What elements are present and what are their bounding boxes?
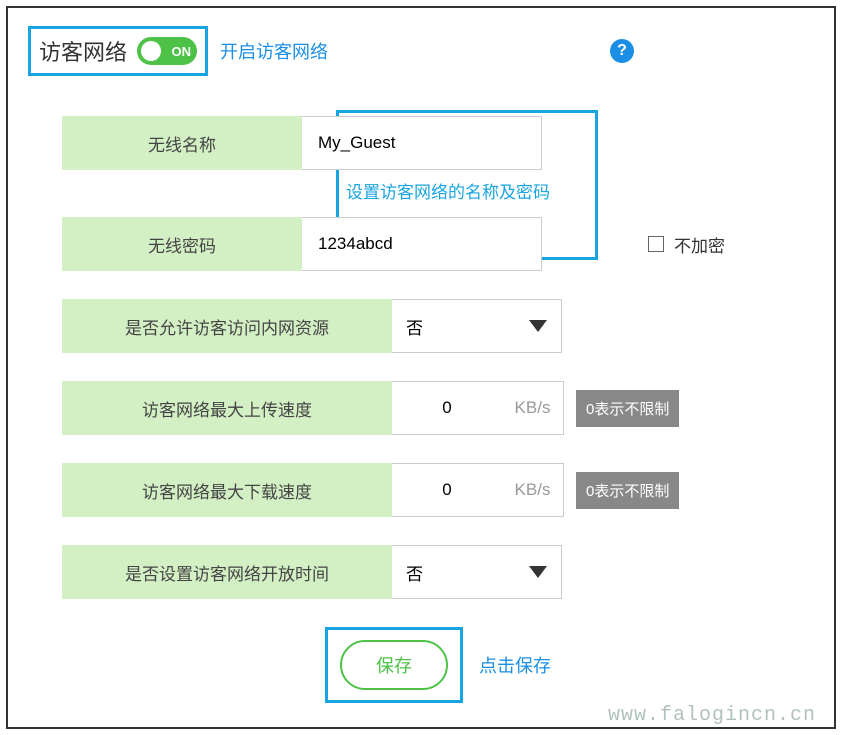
schedule-select[interactable]: 否 xyxy=(392,545,562,599)
toggle-hint: 开启访客网络 xyxy=(220,38,328,64)
ssid-input[interactable] xyxy=(302,116,542,170)
allow-intranet-select[interactable]: 否 xyxy=(392,299,562,353)
max-download-input[interactable] xyxy=(392,463,502,517)
chevron-down-icon xyxy=(529,566,547,578)
max-upload-input[interactable] xyxy=(392,381,502,435)
save-highlight: 保存 xyxy=(325,627,463,703)
guest-network-toggle[interactable]: ON xyxy=(137,37,197,65)
allow-intranet-label: 是否允许访客访问内网资源 xyxy=(62,299,392,353)
max-download-unit: KB/s xyxy=(502,463,564,517)
page-title: 访客网络 xyxy=(39,35,127,67)
no-encrypt-label: 不加密 xyxy=(674,232,725,257)
save-button[interactable]: 保存 xyxy=(340,640,448,690)
max-upload-label: 访客网络最大上传速度 xyxy=(62,381,392,435)
schedule-label: 是否设置访客网络开放时间 xyxy=(62,545,392,599)
help-icon[interactable]: ? xyxy=(610,39,634,63)
save-hint: 点击保存 xyxy=(479,652,551,678)
max-download-hint: 0表示不限制 xyxy=(576,472,679,509)
title-toggle-highlight: 访客网络 ON xyxy=(28,26,208,76)
password-input[interactable] xyxy=(302,217,542,271)
password-label: 无线密码 xyxy=(62,217,302,271)
max-upload-unit: KB/s xyxy=(502,381,564,435)
chevron-down-icon xyxy=(529,320,547,332)
max-download-label: 访客网络最大下载速度 xyxy=(62,463,392,517)
max-upload-hint: 0表示不限制 xyxy=(576,390,679,427)
toggle-state-label: ON xyxy=(172,44,192,59)
name-password-hint: 设置访客网络的名称及密码 xyxy=(62,164,814,217)
no-encrypt-checkbox[interactable]: 不加密 xyxy=(648,232,725,257)
ssid-label: 无线名称 xyxy=(62,116,302,170)
